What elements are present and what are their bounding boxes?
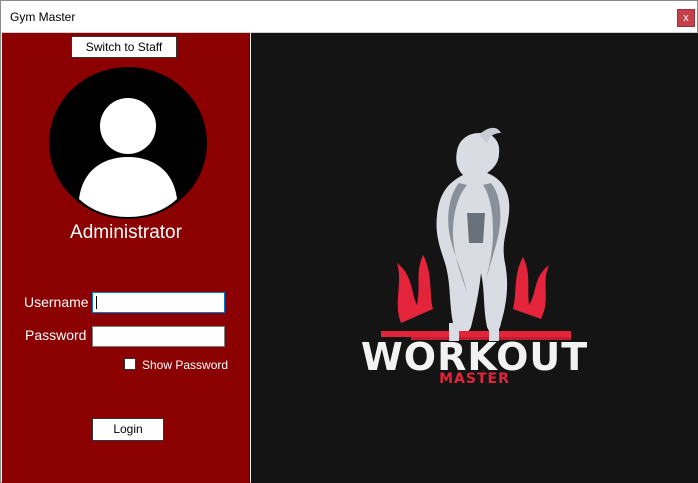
user-avatar-icon	[49, 67, 207, 219]
title-bar: Gym Master x	[1, 1, 697, 33]
username-field[interactable]	[92, 292, 225, 313]
show-password-label[interactable]: Show Password	[142, 358, 228, 372]
show-password-checkbox[interactable]	[124, 358, 136, 370]
username-label: Username	[24, 294, 89, 310]
role-label: Administrator	[70, 222, 182, 243]
login-panel: Switch to Staff Administrator Username P…	[2, 33, 250, 483]
gym-master-window: Gym Master x Switch to Staff Administrat…	[0, 0, 698, 483]
text-caret	[96, 296, 97, 309]
password-field[interactable]	[92, 326, 225, 347]
window-title: Gym Master	[10, 10, 76, 24]
brand-panel: WORKOUT MASTER	[251, 33, 698, 483]
logo-subtitle: MASTER	[439, 371, 510, 387]
password-label: Password	[25, 327, 87, 343]
switch-to-staff-button[interactable]: Switch to Staff	[71, 36, 177, 58]
close-button[interactable]: x	[677, 9, 695, 27]
login-button[interactable]: Login	[92, 418, 164, 441]
